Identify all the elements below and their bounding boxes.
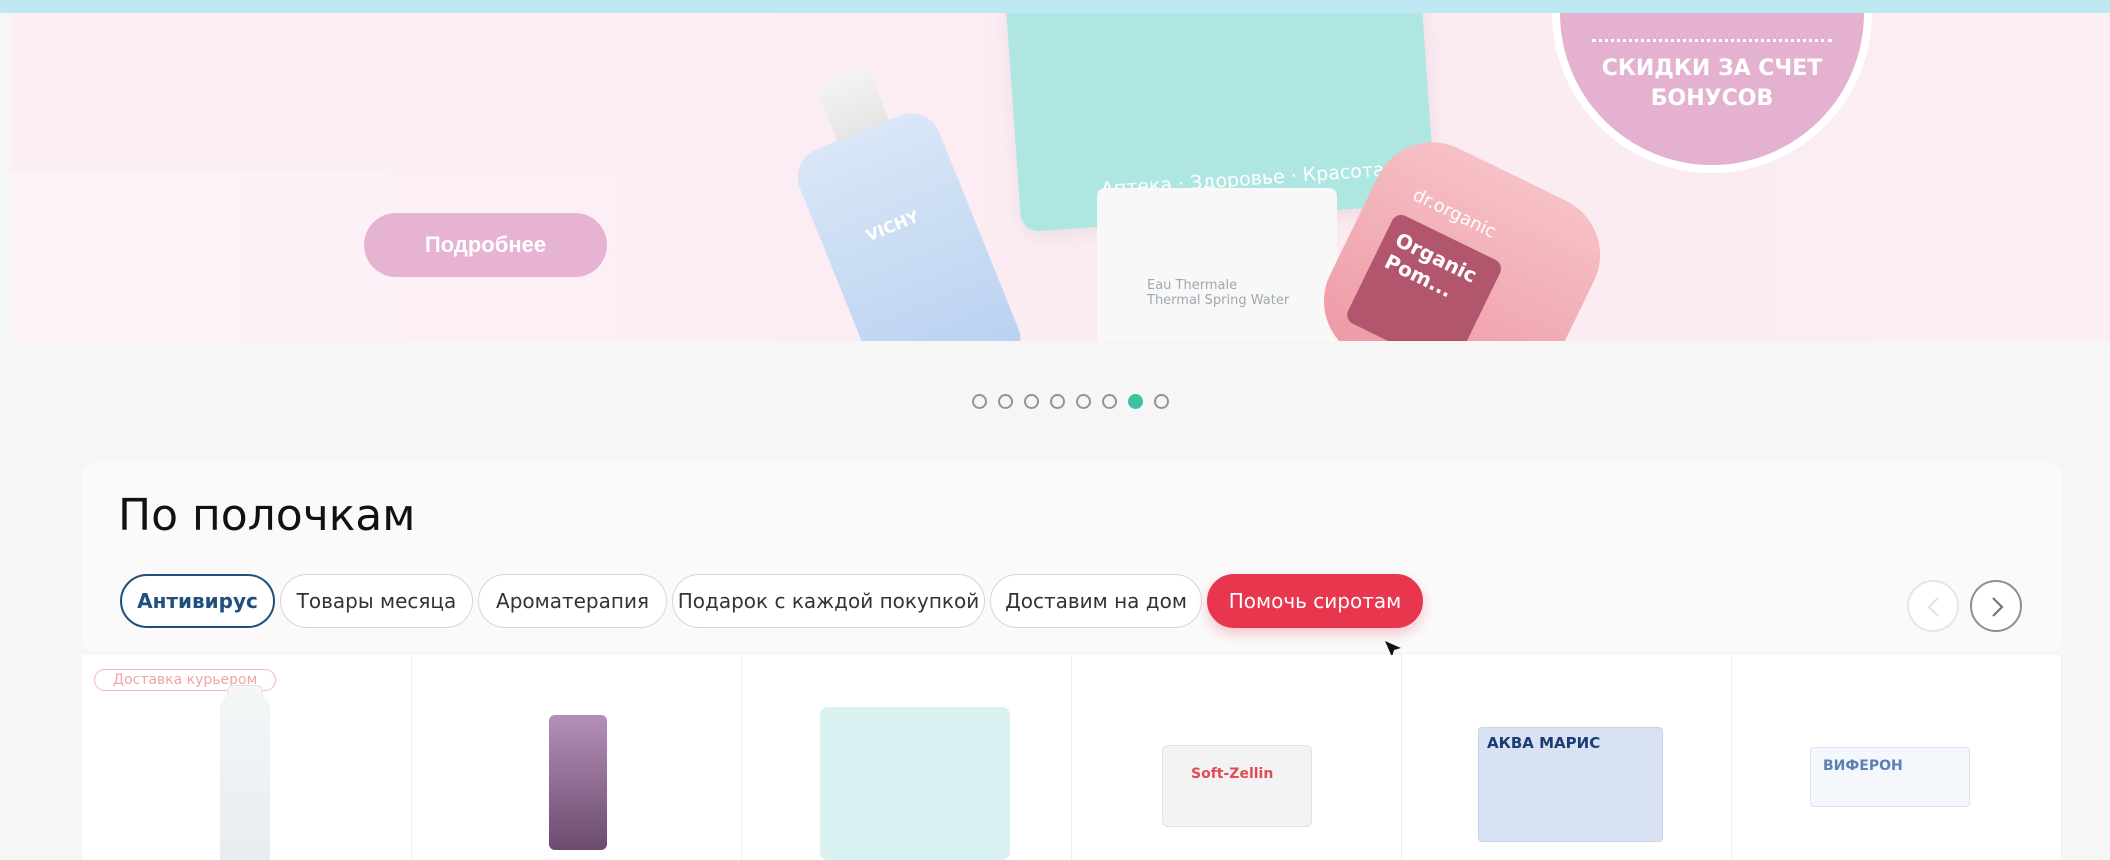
viferon-box-image: ВИФЕРОН (1810, 747, 1970, 807)
tab-help-orphans[interactable]: Помочь сиротам (1207, 574, 1423, 628)
product-card[interactable] (742, 655, 1072, 860)
slider-dot[interactable] (998, 394, 1013, 409)
product-card[interactable]: Soft-Zellin (1072, 655, 1402, 860)
more-button[interactable]: Подробнее (364, 213, 607, 277)
vichy-bottle-image: VICHY (788, 104, 1026, 341)
product-card[interactable]: АКВА МАРИС (1402, 655, 1732, 860)
promo-banner[interactable]: VICHY Аптека · Здоровье · Красота Eau Th… (12, 13, 2110, 341)
product-card[interactable]: Доставка курьером (82, 655, 412, 860)
bonus-badge: СКИДКИ ЗА СЧЕТ БОНУСОВ (1552, 13, 1872, 173)
soft-zellin-label: Soft-Zellin (1191, 766, 1274, 782)
badge-text: СКИДКИ ЗА СЧЕТ БОНУСОВ (1590, 54, 1834, 114)
chevron-right-icon (1992, 597, 2004, 617)
slider-dot[interactable] (1024, 394, 1039, 409)
vichy-label: VICHY (863, 206, 922, 246)
carousel-next-button[interactable] (1970, 580, 2022, 632)
badge-text-line2: БОНУСОВ (1650, 86, 1774, 111)
avene-text-line1: Eau Thermale (1147, 278, 1238, 293)
slider-dot[interactable] (1076, 394, 1091, 409)
shelf-title: По полочкам (118, 490, 416, 541)
viferon-label: ВИФЕРОН (1823, 758, 1903, 774)
aqua-maris-box-image: АКВА МАРИС (1478, 727, 1663, 842)
slider-dot[interactable] (1102, 394, 1117, 409)
spray-bottle-image (220, 693, 270, 860)
tab-aromatherapy[interactable]: Ароматерапия (478, 574, 667, 628)
badge-dotted-line (1592, 39, 1832, 42)
tab-gift-with-purchase[interactable]: Подарок с каждой покупкой (672, 574, 985, 628)
avene-text-line2: Thermal Spring Water (1147, 293, 1290, 308)
slider-dots (972, 394, 1169, 409)
carousel-prev-button[interactable] (1907, 580, 1959, 632)
soft-zellin-box-image: Soft-Zellin (1162, 745, 1312, 827)
tab-home-delivery[interactable]: Доставим на дом (990, 574, 1202, 628)
chevron-left-icon (1927, 597, 1939, 617)
tab-products-of-month[interactable]: Товары месяца (280, 574, 473, 628)
aqua-maris-label: АКВА МАРИС (1487, 734, 1601, 752)
slider-dot[interactable] (972, 394, 987, 409)
slider-dot[interactable] (1154, 394, 1169, 409)
sambucol-box-image (549, 715, 607, 850)
banner-left-panel (12, 13, 762, 173)
badge-text-line1: СКИДКИ ЗА СЧЕТ (1601, 56, 1823, 81)
product-strip: Доставка курьером Soft-Zellin АКВА МАРИС… (82, 655, 2062, 860)
slider-dot[interactable] (1128, 394, 1143, 409)
avene-text: Eau Thermale Thermal Spring Water (1147, 278, 1289, 308)
slider-dot[interactable] (1050, 394, 1065, 409)
top-bar (0, 0, 2110, 13)
product-card[interactable] (412, 655, 742, 860)
wipes-pack-image (820, 707, 1010, 860)
tab-antivirus[interactable]: Антивирус (120, 574, 275, 628)
product-card[interactable]: ВИФЕРОН (1732, 655, 2062, 860)
avene-bottle-image: Eau Thermale Thermal Spring Water (1097, 188, 1337, 341)
